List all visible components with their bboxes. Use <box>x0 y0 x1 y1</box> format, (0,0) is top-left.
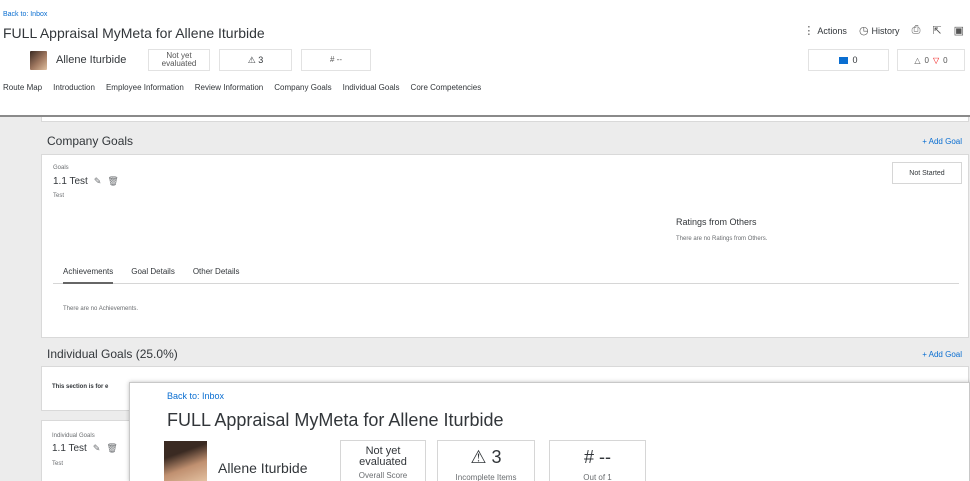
goals-label: Goals <box>53 165 69 171</box>
previous-section-card <box>41 117 969 122</box>
incomplete-items-chip[interactable]: ⚠ 3 <box>219 49 292 71</box>
down-count: 0 <box>943 55 948 65</box>
tab-review-information[interactable]: Review Information <box>195 83 263 92</box>
individual-goals-label: Individual Goals <box>52 433 95 439</box>
more-vertical-icon: ⋮ <box>803 25 815 37</box>
up-count: 0 <box>924 55 929 65</box>
subtab-other-details[interactable]: Other Details <box>193 267 240 283</box>
goal-description: Test <box>53 193 65 199</box>
out-of-caption: Out of 1 <box>583 473 612 481</box>
ratings-title: Ratings from Others <box>676 217 757 227</box>
out-of-chip[interactable]: # -- <box>301 49 371 71</box>
overlay-out-of[interactable]: # -- Out of 1 <box>549 440 646 481</box>
overall-score-chip[interactable]: Not yet evaluated <box>148 49 210 71</box>
page-title: FULL Appraisal MyMeta for Allene Iturbid… <box>3 25 265 41</box>
company-goal-card: Goals 1.1 Test ✎ 🗑︎ Test Not Started Rat… <box>41 154 969 338</box>
clock-icon: ◷ <box>858 25 869 37</box>
edit-icon[interactable]: ✎ <box>94 176 102 187</box>
actions-label: Actions <box>817 25 847 36</box>
goal-status-button[interactable]: Not Started <box>892 162 962 184</box>
tab-core-competencies[interactable]: Core Competencies <box>411 83 482 92</box>
tab-individual-goals[interactable]: Individual Goals <box>343 83 400 92</box>
incomplete-items-value: ⚠ 3 <box>470 447 502 467</box>
section-notice: This section is for e <box>52 384 109 390</box>
overall-score-value: Not yet evaluated <box>161 51 197 68</box>
ratings-empty-text: There are no Ratings from Others. <box>676 236 768 242</box>
overlay-employee-name: Allene Iturbide <box>218 460 308 476</box>
overlay-incomplete-items[interactable]: ⚠ 3 Incomplete Items <box>437 440 535 481</box>
overlay-page-title: FULL Appraisal MyMeta for Allene Iturbid… <box>167 410 504 430</box>
header-actions: ⋮ Actions ◷ History ⎙ ⇱ ▣ <box>803 24 964 37</box>
tab-employee-information[interactable]: Employee Information <box>106 83 184 92</box>
comments-chip[interactable]: 0 <box>808 49 889 71</box>
out-of-value: # -- <box>584 447 611 467</box>
overlay-overall-score[interactable]: Not yet evaluated Overall Score <box>340 440 426 481</box>
overlay-back-link[interactable]: Back to: Inbox <box>167 391 224 401</box>
avatar <box>164 441 207 481</box>
error-icon: ▽ <box>933 55 940 65</box>
warning-icon: △ <box>914 55 921 65</box>
edit-icon[interactable]: ✎ <box>93 443 101 454</box>
tab-introduction[interactable]: Introduction <box>53 83 95 92</box>
achievements-empty-text: There are no Achievements. <box>63 306 139 312</box>
back-link[interactable]: Back to: Inbox <box>3 11 47 18</box>
goal-subtabs: Achievements Goal Details Other Details <box>53 267 959 284</box>
individual-goals-title: Individual Goals (25.0%) <box>47 347 178 361</box>
section-tabs: Route Map Introduction Employee Informat… <box>3 83 481 92</box>
overall-score-caption: Overall Score <box>358 471 408 480</box>
individual-goal-description: Test <box>52 461 64 467</box>
save-icon[interactable]: ▣ <box>954 24 964 37</box>
out-of-value: # -- <box>330 55 342 64</box>
page-header: Back to: Inbox FULL Appraisal MyMeta for… <box>0 0 970 117</box>
tab-route-map[interactable]: Route Map <box>3 83 42 92</box>
individual-goal-title-row: 1.1 Test ✎ 🗑︎ <box>52 443 118 454</box>
history-label: History <box>871 25 900 36</box>
subtab-achievements[interactable]: Achievements <box>63 267 114 284</box>
history-button[interactable]: ◷ History <box>859 24 900 37</box>
overall-score-value: Not yet evaluated <box>359 445 407 468</box>
add-individual-goal-button[interactable]: + Add Goal <box>922 350 962 359</box>
delete-icon[interactable]: 🗑︎ <box>107 176 118 187</box>
employee-name: Allene Iturbide <box>56 54 127 66</box>
print-icon[interactable]: ⎙ <box>912 24 921 37</box>
company-goals-title: Company Goals <box>47 134 134 148</box>
individual-goal-name[interactable]: 1.1 Test <box>52 443 87 454</box>
tab-company-goals[interactable]: Company Goals <box>274 83 331 92</box>
incomplete-count: ⚠ 3 <box>247 55 264 65</box>
goal-title-row: 1.1 Test ✎ 🗑︎ <box>53 176 119 187</box>
avatar <box>30 51 47 70</box>
goal-status-label: Not Started <box>909 169 945 177</box>
actions-button[interactable]: ⋮ Actions <box>803 24 847 37</box>
goal-name[interactable]: 1.1 Test <box>53 176 88 187</box>
subtab-goal-details[interactable]: Goal Details <box>131 267 175 283</box>
incomplete-items-caption: Incomplete Items <box>455 473 517 481</box>
alerts-chip[interactable]: △ 0 ▽ 0 <box>897 49 965 71</box>
add-company-goal-button[interactable]: + Add Goal <box>922 137 962 146</box>
delete-icon[interactable]: 🗑︎ <box>106 443 117 454</box>
comment-icon <box>839 56 849 64</box>
comments-count: 0 <box>852 55 858 65</box>
sticky-header-overlay: Back to: Inbox FULL Appraisal MyMeta for… <box>129 382 970 481</box>
export-icon[interactable]: ⇱ <box>932 24 941 37</box>
